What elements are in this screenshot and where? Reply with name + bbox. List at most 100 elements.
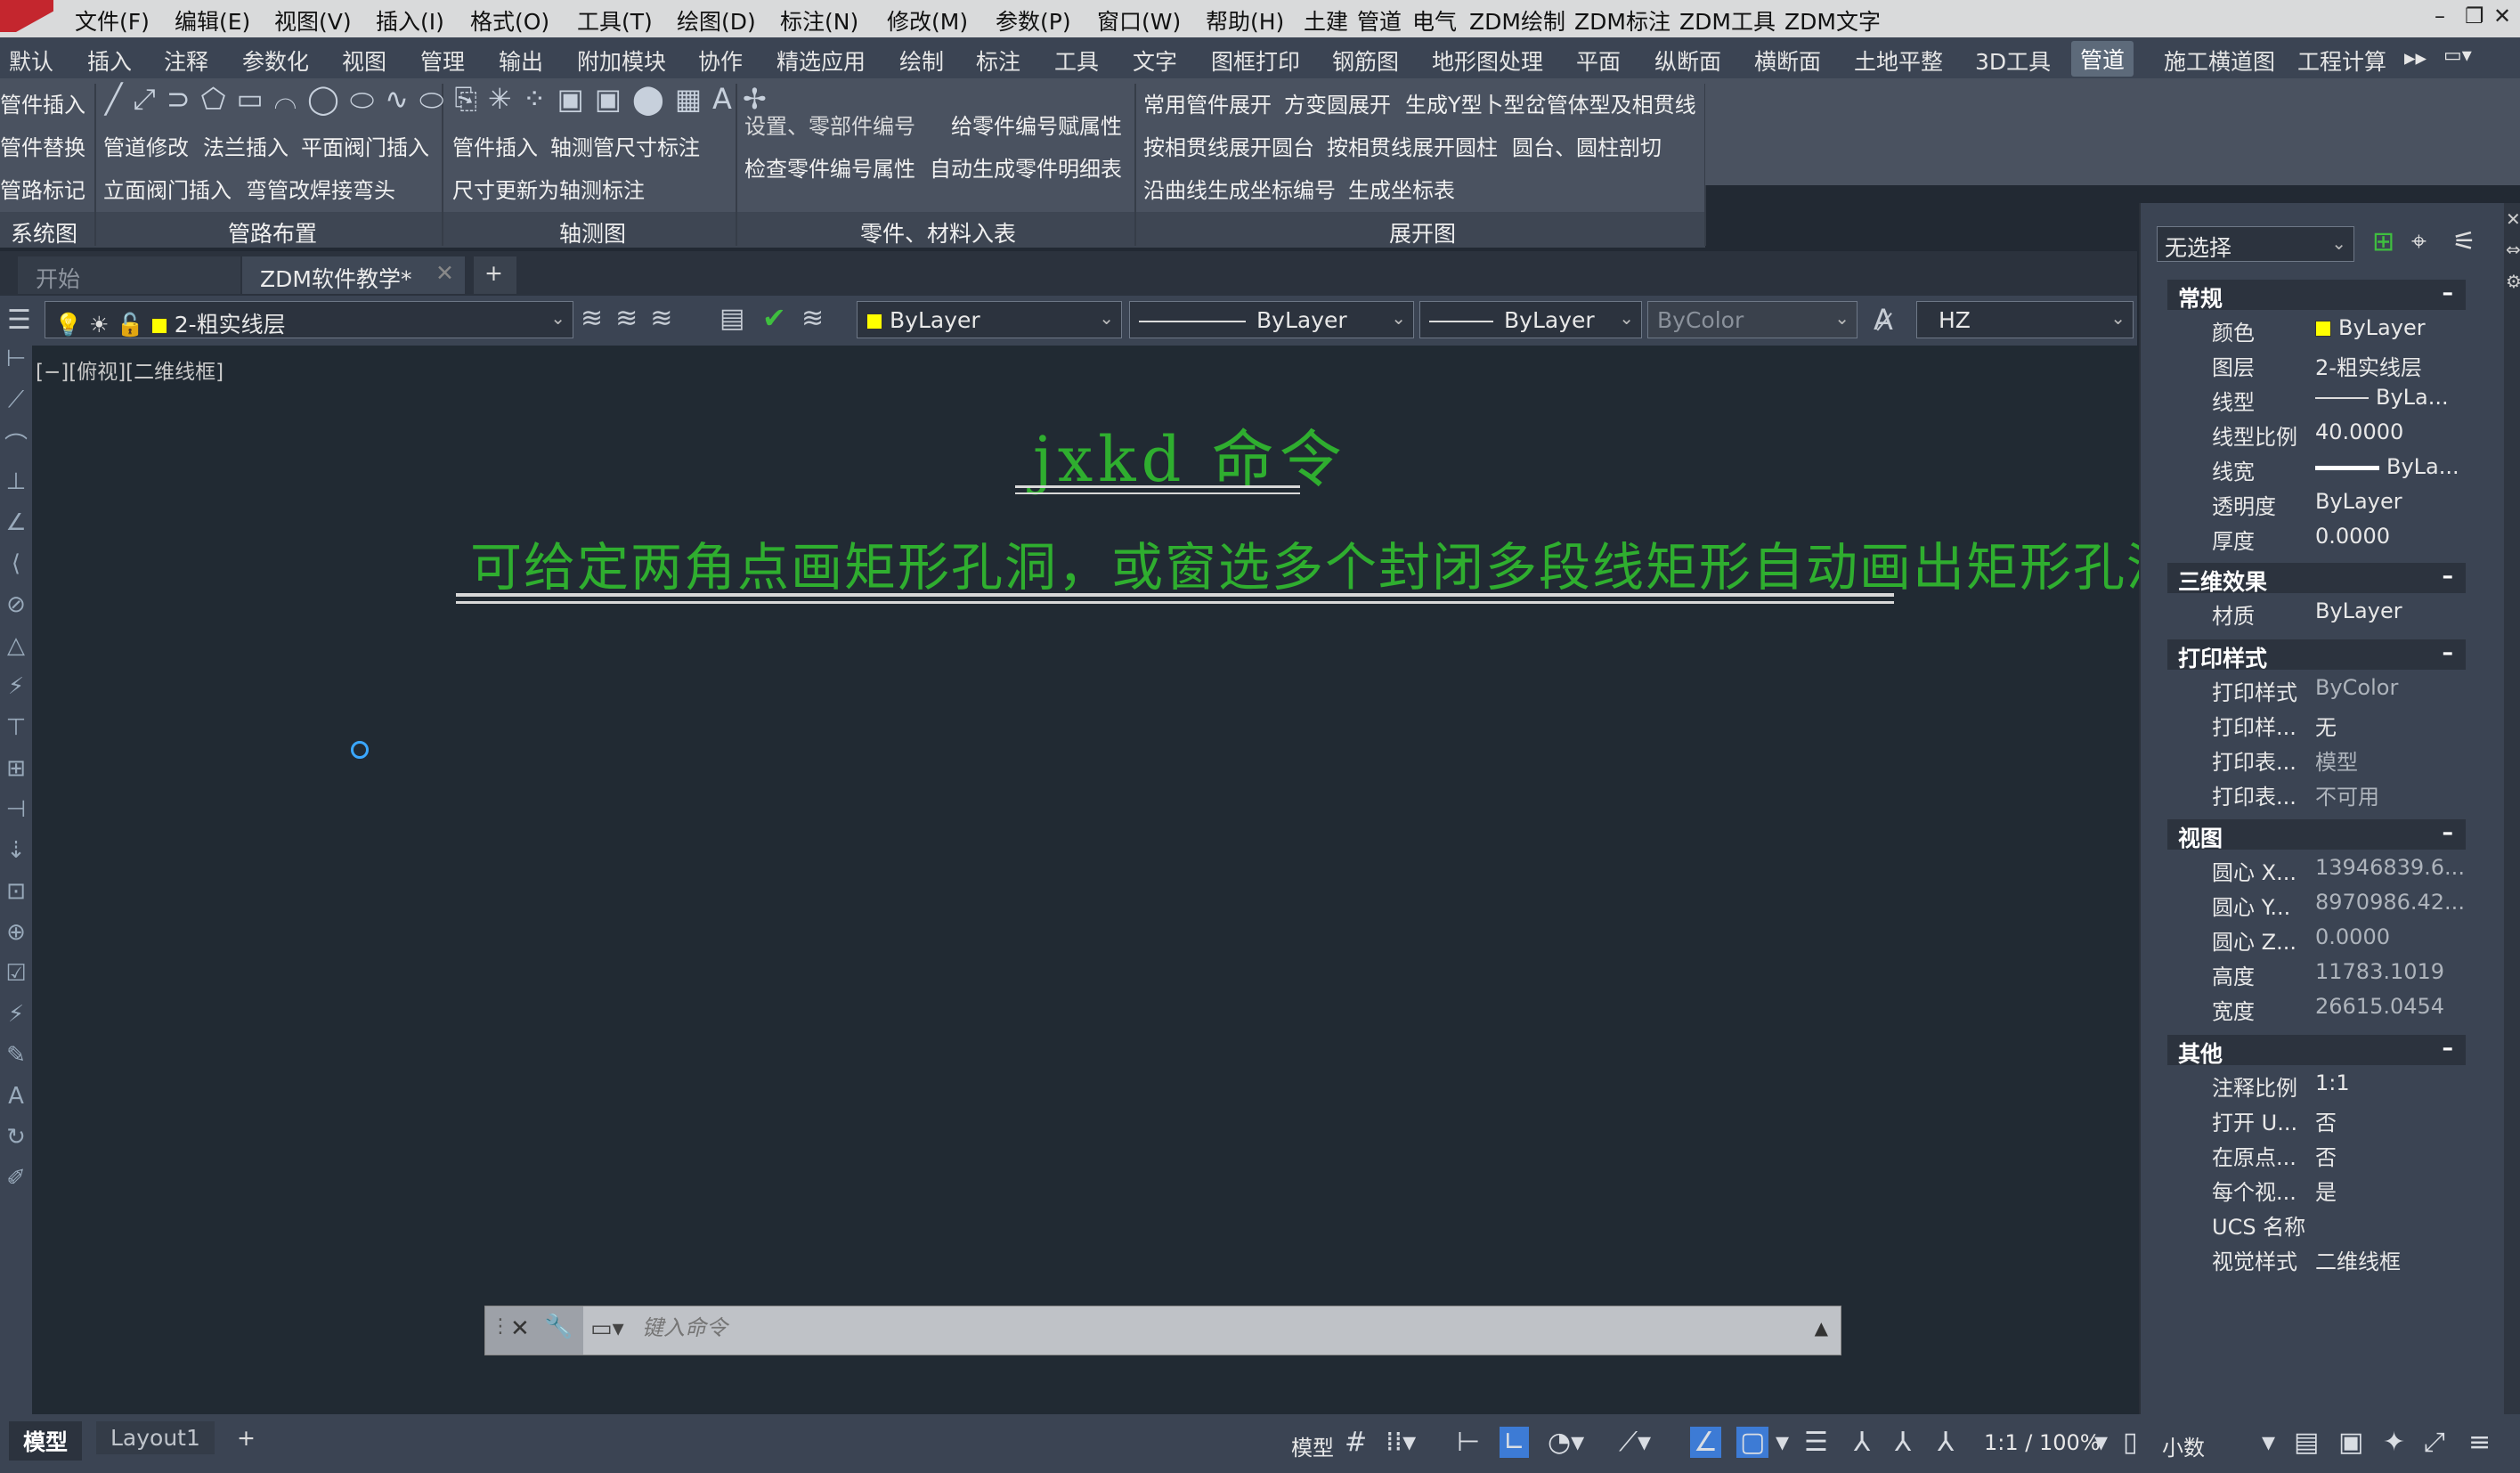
snap-icon[interactable]: ⁞⁞▾ xyxy=(1386,1427,1416,1458)
btn-check-part-attributes[interactable]: 检查零件编号属性 xyxy=(744,151,915,183)
dim-style-icon[interactable]: ✐ xyxy=(0,1165,32,1206)
menu-insert[interactable]: 插入(I) xyxy=(376,4,444,37)
prop-row[interactable]: 宽度 26615.0454 xyxy=(2167,990,2466,1024)
btn-y-branch-generate[interactable]: 生成Y型卜型岔管体型及相贯线 xyxy=(1405,87,1696,118)
prop-row[interactable]: 颜色 ByLayer xyxy=(2167,312,2466,346)
plotstyle-dropdown[interactable]: ByColor ⌄ xyxy=(1647,301,1857,338)
btn-bend-to-elbow[interactable]: 弯管改焊接弯头 xyxy=(246,173,395,204)
doc-tab-start[interactable]: 开始 xyxy=(18,256,240,294)
btn-coord-table[interactable]: 生成坐标表 xyxy=(1348,173,1455,204)
prop-row[interactable]: 打开 U... 否 xyxy=(2167,1102,2466,1135)
prop-row[interactable]: 厚度 0.0000 xyxy=(2167,520,2466,554)
tab-tools[interactable]: 工具 xyxy=(1054,45,1099,77)
tab-text[interactable]: 文字 xyxy=(1133,45,1177,77)
section-misc[interactable]: 其他 – xyxy=(2167,1035,2466,1067)
close-icon[interactable]: ✕ xyxy=(2506,208,2520,230)
more-tabs-icon[interactable]: ▸▸ xyxy=(2404,45,2427,70)
tab-dimension[interactable]: 标注 xyxy=(976,45,1020,77)
prop-row[interactable]: 圆心 Y... 8970986.42... xyxy=(2167,886,2466,920)
collapse-icon[interactable]: – xyxy=(2443,819,2454,845)
menu-format[interactable]: 格式(O) xyxy=(470,4,549,37)
btn-pipe-mark[interactable]: 管路标记 xyxy=(0,173,85,204)
chevron-down-icon[interactable]: ▾ xyxy=(2262,1427,2275,1458)
tab-pipe[interactable]: 管道 xyxy=(2071,41,2134,77)
prop-row[interactable]: 打印样... 无 xyxy=(2167,706,2466,740)
tolerance-icon[interactable]: ⊡ xyxy=(0,878,32,919)
add-layout-button[interactable]: + xyxy=(223,1421,270,1454)
menu-window[interactable]: 窗口(W) xyxy=(1097,4,1181,37)
dim-edit-icon[interactable]: ✎ xyxy=(0,1042,32,1083)
dim-aligned-icon[interactable]: ⟋ xyxy=(0,387,32,427)
center-mark-icon[interactable]: ⊕ xyxy=(0,919,32,960)
restore-icon[interactable]: ❐ xyxy=(2465,4,2484,28)
units-dropdown[interactable]: 小数 xyxy=(2162,1430,2205,1461)
checkmark-icon[interactable]: ✔ xyxy=(762,301,786,335)
menu-zdm-text[interactable]: ZDM文字 xyxy=(1784,4,1881,37)
menu-zdm-draw[interactable]: ZDM绘制 xyxy=(1469,4,1565,37)
ortho-icon[interactable]: ∟ xyxy=(1500,1427,1530,1458)
section-general[interactable]: 常规 – xyxy=(2167,280,2466,312)
toggle-pickadd-icon[interactable]: ⊞ xyxy=(2372,226,2394,257)
tab-default[interactable]: 默认 xyxy=(9,45,53,77)
customization-menu-icon[interactable]: ≡ xyxy=(2468,1427,2491,1458)
menu-electric[interactable]: 电气 xyxy=(1412,4,1457,37)
btn-pipe-modify[interactable]: 管道修改 xyxy=(103,130,189,161)
dim-radius-icon[interactable]: ∠ xyxy=(0,509,32,550)
lineweight-dropdown[interactable]: ByLayer ⌄ xyxy=(1419,301,1642,338)
prop-row[interactable]: 视觉样式 二维线框 xyxy=(2167,1241,2466,1274)
color-dropdown[interactable]: ByLayer ⌄ xyxy=(857,301,1122,338)
dim-diameter-icon[interactable]: ⊘ xyxy=(0,591,32,632)
viewport-controls-label[interactable]: [−][俯视][二维线框] xyxy=(36,354,224,385)
doc-tab-active[interactable]: ZDM软件教学* ✕ xyxy=(242,256,465,294)
close-icon[interactable]: ✕ xyxy=(2493,4,2511,28)
btn-axo-fitting-insert[interactable]: 管件插入 xyxy=(452,130,538,161)
hardware-acceleration-icon[interactable]: ✦ xyxy=(2383,1427,2405,1458)
object-snap-tracking-icon[interactable]: ∠ xyxy=(1690,1427,1721,1458)
clean-screen-icon[interactable]: ⤢ xyxy=(2424,1427,2445,1458)
btn-part-numbering[interactable]: 设置、零部件编号 xyxy=(744,109,915,140)
tab-plan[interactable]: 平面 xyxy=(1576,45,1621,77)
prop-row[interactable]: 打印样式 ByColor xyxy=(2167,671,2466,705)
minimize-icon[interactable]: – xyxy=(2435,4,2445,28)
prop-row[interactable]: 打印表... 不可用 xyxy=(2167,776,2466,810)
tab-parametric[interactable]: 参数化 xyxy=(242,45,309,77)
prop-row[interactable]: 注释比例 1:1 xyxy=(2167,1067,2466,1101)
prop-row[interactable]: UCS 名称 xyxy=(2167,1206,2466,1240)
prop-row[interactable]: 圆心 X... 13946839.6... xyxy=(2167,851,2466,885)
layer-dropdown[interactable]: 💡 ☀ 🔓 2-粗实线层 ⌄ xyxy=(45,301,573,338)
wrench-icon[interactable]: 🔧 xyxy=(544,1314,573,1340)
tab-manage[interactable]: 管理 xyxy=(420,45,465,77)
close-icon[interactable]: ✕ xyxy=(510,1315,530,1342)
menu-view[interactable]: 视图(V) xyxy=(274,4,352,37)
prop-row[interactable]: 材质 ByLayer xyxy=(2167,595,2466,629)
menu-tools[interactable]: 工具(T) xyxy=(577,4,653,37)
tab-draw[interactable]: 绘制 xyxy=(899,45,944,77)
btn-axo-dimension[interactable]: 轴测管尺寸标注 xyxy=(550,130,700,161)
quick-properties-icon[interactable]: ▤ xyxy=(2294,1427,2319,1458)
btn-elevation-valve-insert[interactable]: 立面阀门插入 xyxy=(103,173,232,204)
auto-scale-icon[interactable]: ⅄ xyxy=(1895,1427,1911,1458)
menu-file[interactable]: 文件(F) xyxy=(75,4,150,37)
prop-row[interactable]: 在原点... 否 xyxy=(2167,1136,2466,1170)
prop-row[interactable]: 图层 2-粗实线层 xyxy=(2167,346,2466,380)
menu-pipe[interactable]: 管道 xyxy=(1357,4,1402,37)
prop-row[interactable]: 透明度 ByLayer xyxy=(2167,485,2466,519)
chevron-down-icon[interactable]: ▾ xyxy=(2094,1427,2108,1458)
prop-row[interactable]: 线型比例 40.0000 xyxy=(2167,416,2466,450)
command-prompt-icon[interactable]: ▭▾ xyxy=(590,1315,624,1342)
prop-row[interactable]: 打印表... 模型 xyxy=(2167,741,2466,775)
annotation-visibility-icon[interactable]: ⅄ xyxy=(1854,1427,1870,1458)
menu-zdm-dimension[interactable]: ZDM标注 xyxy=(1574,4,1671,37)
dim-angular-icon[interactable]: △ xyxy=(0,632,32,673)
collapse-icon[interactable]: – xyxy=(2443,563,2454,589)
collapse-icon[interactable]: – xyxy=(2443,280,2454,305)
prop-row[interactable]: 圆心 Z... 0.0000 xyxy=(2167,921,2466,955)
btn-generate-part-list[interactable]: 自动生成零件明细表 xyxy=(930,151,1122,183)
jog-line-icon[interactable]: ⚡ xyxy=(0,1001,32,1042)
prop-row[interactable]: 线型 ByLa... xyxy=(2167,381,2466,415)
tab-insert[interactable]: 插入 xyxy=(87,45,132,77)
dim-text-edit-icon[interactable]: A xyxy=(0,1083,32,1124)
menu-parameters[interactable]: 参数(P) xyxy=(996,4,1071,37)
select-objects-icon[interactable]: ⌖ xyxy=(2411,226,2427,257)
dim-jogged-icon[interactable]: ⟨ xyxy=(0,550,32,591)
